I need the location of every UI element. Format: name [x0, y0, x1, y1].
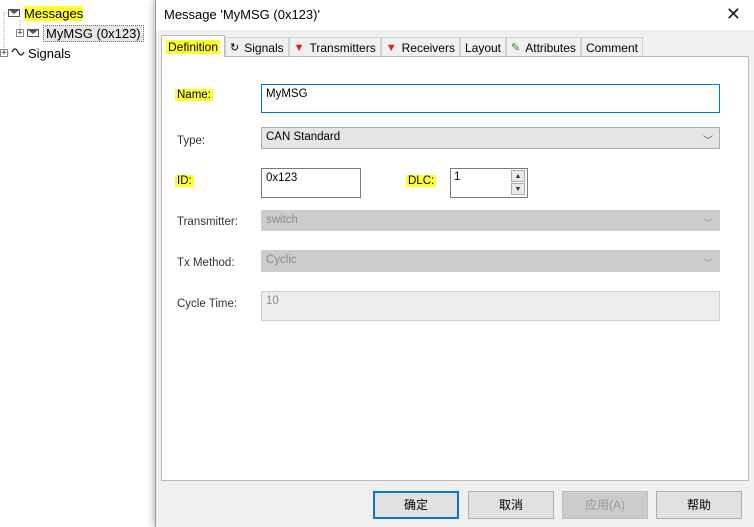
tab-layout-label: Layout — [464, 40, 502, 55]
tree-view: Messages + MyMSG (0x123) + Signals — [0, 0, 160, 527]
attributes-pencil-icon: ✎ — [511, 42, 521, 54]
transmitter-pin-icon: ▼ — [293, 41, 305, 54]
tree-item-signals-label: Signals — [28, 45, 71, 61]
tab-signals[interactable]: ↻ Signals — [225, 37, 289, 57]
expand-plus-icon[interactable]: + — [0, 49, 8, 58]
dlc-label: DLC: — [406, 175, 437, 187]
tab-layout[interactable]: Layout — [459, 37, 507, 57]
dialog-title: Message 'MyMSG (0x123)' — [164, 7, 320, 22]
type-select[interactable]: CAN Standard ﹀ — [261, 127, 720, 149]
chevron-down-icon: ﹀ — [703, 259, 713, 270]
close-icon[interactable]: ✕ — [726, 4, 741, 25]
apply-button[interactable]: 应用(A) — [562, 491, 648, 519]
tab-receivers-label: Receivers — [401, 40, 455, 55]
definition-panel: Name: MyMSG Type: CAN Standard ﹀ ID: 0x1… — [161, 56, 749, 481]
tab-comment-label: Comment — [585, 40, 638, 55]
ok-button[interactable]: 确定 — [373, 491, 459, 519]
dlc-spinbox[interactable]: 1 ▲ ▼ — [450, 168, 528, 198]
name-input-value: MyMSG — [266, 88, 308, 100]
envelope-icon — [27, 29, 39, 37]
name-input[interactable]: MyMSG — [261, 84, 720, 113]
dlc-spin-buttons: ▲ ▼ — [511, 169, 527, 197]
message-dialog: Message 'MyMSG (0x123)' ✕ Definition ↻ S… — [155, 0, 754, 527]
receiver-pin-icon: ▼ — [385, 41, 397, 54]
tree-item-mymsg-label: MyMSG (0x123) — [43, 24, 144, 42]
tab-strip: Definition ↻ Signals ▼ Transmitters ▼ Re… — [161, 35, 643, 57]
cancel-button[interactable]: 取消 — [468, 491, 554, 519]
help-button[interactable]: 帮助 — [656, 491, 742, 519]
spin-up-icon[interactable]: ▲ — [511, 170, 525, 182]
tab-transmitters[interactable]: ▼ Transmitters — [288, 37, 381, 57]
tab-receivers[interactable]: ▼ Receivers — [380, 37, 460, 57]
txmethod-label: Tx Method: — [177, 257, 235, 269]
tab-signals-label: Signals — [244, 40, 284, 55]
tab-comment[interactable]: Comment — [580, 37, 643, 57]
cycletime-input-value: 10 — [266, 295, 279, 307]
cycletime-label: Cycle Time: — [177, 298, 238, 310]
type-label: Type: — [177, 135, 206, 147]
sine-wave-icon — [11, 46, 25, 60]
tab-transmitters-label: Transmitters — [309, 40, 376, 55]
transmitter-select-value: switch — [266, 214, 298, 226]
tree-item-mymsg[interactable]: + MyMSG (0x123) — [16, 24, 144, 42]
dialog-titlebar[interactable]: Message 'MyMSG (0x123)' ✕ — [156, 0, 754, 30]
transmitter-label: Transmitter: — [177, 216, 238, 228]
dlc-spinbox-value: 1 — [454, 171, 461, 183]
id-input[interactable]: 0x123 — [261, 168, 361, 198]
name-label: Name: — [175, 89, 213, 101]
tab-attributes[interactable]: ✎ Attributes — [506, 37, 581, 57]
type-select-value: CAN Standard — [266, 131, 341, 143]
id-label: ID: — [175, 175, 194, 187]
tree-item-messages[interactable]: Messages — [8, 4, 84, 22]
transmitter-select[interactable]: switch ﹀ — [261, 210, 720, 231]
expand-plus-icon[interactable]: + — [16, 29, 24, 38]
tab-definition[interactable]: Definition — [161, 35, 226, 57]
dialog-footer: 确定 取消 应用(A) 帮助 — [156, 485, 754, 527]
chevron-down-icon: ﹀ — [703, 219, 713, 230]
spin-down-icon[interactable]: ▼ — [511, 183, 525, 195]
id-input-value: 0x123 — [266, 172, 298, 184]
chevron-down-icon: ﹀ — [703, 136, 713, 147]
tree-item-messages-label: Messages — [24, 5, 84, 21]
envelope-icon — [8, 9, 20, 17]
signals-tab-icon: ↻ — [230, 42, 240, 54]
tab-definition-label: Definition — [166, 39, 221, 54]
txmethod-select-value: Cyclic — [266, 254, 297, 266]
cycletime-input[interactable]: 10 — [261, 291, 720, 321]
tab-attributes-label: Attributes — [525, 40, 576, 55]
tree-item-signals[interactable]: + Signals — [0, 44, 71, 62]
txmethod-select[interactable]: Cyclic ﹀ — [261, 250, 720, 272]
